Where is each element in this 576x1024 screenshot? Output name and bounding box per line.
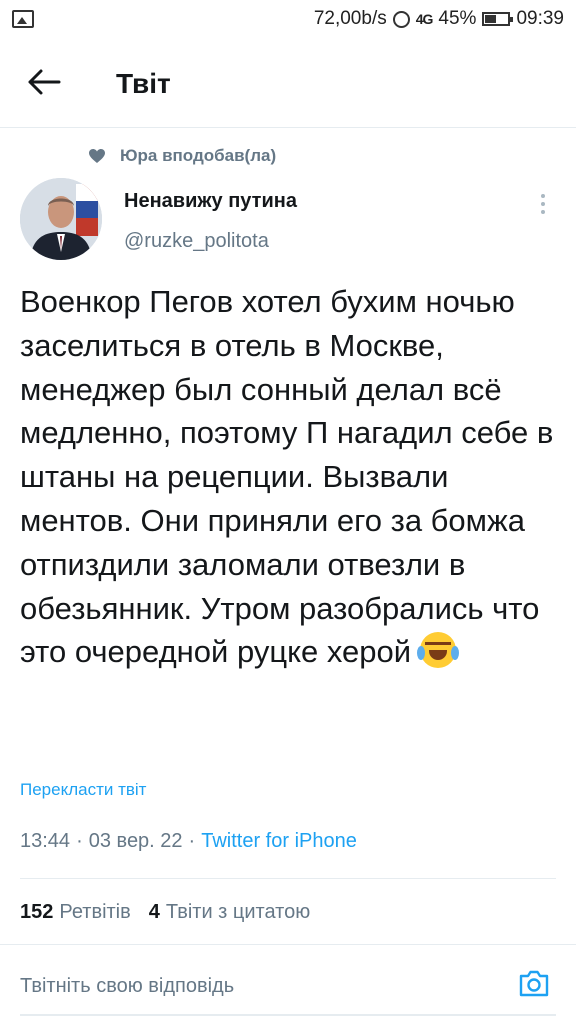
tweet-date: 03 вер. 22 xyxy=(88,830,183,852)
social-context-label: Юра вподобав(ла) xyxy=(120,146,277,165)
author-name[interactable]: Ненавижу путина xyxy=(124,190,297,213)
quotes-count: 4 xyxy=(148,901,160,923)
tweet-text: Военкор Пегов хотел бухим ночью заселить… xyxy=(20,280,560,674)
alarm-icon xyxy=(392,10,410,28)
back-arrow-icon[interactable] xyxy=(26,66,62,98)
author-handle[interactable]: @ruzke_politota xyxy=(124,230,269,253)
signal-icon: 4G xyxy=(415,11,434,27)
status-bar-right: 72,00b/s 4G 45% 09:39 xyxy=(314,8,564,30)
retweets-label: Ретвітів xyxy=(59,901,131,923)
face-with-tears-of-joy-icon xyxy=(416,632,459,669)
divider xyxy=(20,878,556,879)
tweet-time: 13:44 xyxy=(20,830,71,852)
avatar[interactable] xyxy=(20,178,102,260)
image-icon xyxy=(12,10,34,28)
network-speed: 72,00b/s xyxy=(313,8,387,29)
more-vertical-icon[interactable] xyxy=(530,192,556,216)
divider xyxy=(0,944,576,945)
retweets-count: 152 xyxy=(20,901,54,923)
tweet-stats: 152 Ретвітів 4 Твіти з цитатою xyxy=(20,901,310,924)
quotes-label: Твіти з цитатою xyxy=(165,901,311,923)
retweets-stat[interactable]: 152 Ретвітів xyxy=(20,901,131,924)
reply-input[interactable] xyxy=(20,974,490,998)
top-app-bar: Твіт xyxy=(0,38,576,128)
social-context: Юра вподобав(ла) xyxy=(88,146,276,166)
battery-percent: 45% xyxy=(438,8,477,29)
translate-tweet-link[interactable]: Перекласти твіт xyxy=(20,780,146,800)
status-bar: 72,00b/s 4G 45% 09:39 xyxy=(0,0,576,38)
tweet-body: Военкор Пегов хотел бухим ночью заселить… xyxy=(20,284,554,670)
camera-icon[interactable] xyxy=(518,968,550,998)
page-title: Твіт xyxy=(116,68,171,99)
clock: 09:39 xyxy=(516,8,564,29)
reply-bar xyxy=(20,964,556,1008)
battery-icon xyxy=(482,12,514,26)
tweet-meta: 13:44 · 03 вер. 22 · Twitter for iPhone xyxy=(20,830,357,853)
quotes-stat[interactable]: 4 Твіти з цитатою xyxy=(149,901,310,924)
meta-separator: · xyxy=(188,830,196,852)
meta-separator: · xyxy=(76,830,83,852)
divider xyxy=(20,1014,556,1016)
tweet-source-link[interactable]: Twitter for iPhone xyxy=(201,830,357,853)
heart-icon xyxy=(89,149,105,163)
